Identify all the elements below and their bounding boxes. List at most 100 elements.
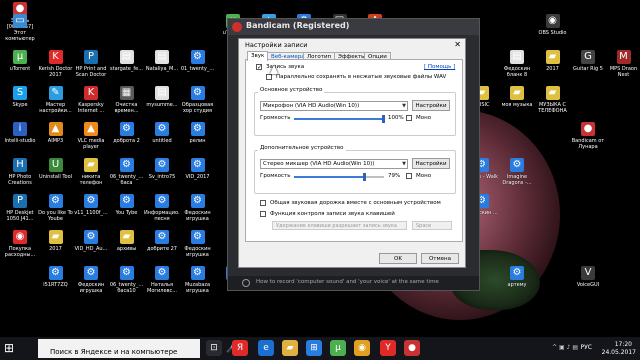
desktop-icon-label: VID_2017 [185,174,210,180]
desktop-icon[interactable]: ⚙ i51RT7ZQ [38,266,74,310]
desktop-icon[interactable]: ● Bandicam от Лунара [570,122,606,166]
primary-device-group [254,92,456,136]
desktop-icon[interactable]: ⚙ 06_twenty_... баса10 [109,266,145,310]
file-icon: ⚙ [84,194,98,208]
desktop-icon[interactable]: M MPS Draon Nest [606,50,640,94]
printer-icon: P [84,50,98,64]
file-icon: ⚙ [84,230,98,244]
secondary-mono-checkbox[interactable] [406,173,412,179]
file-icon: ⚙ [190,194,205,208]
desktop-icon[interactable]: ⚙ Muzabaza игрушка [180,266,216,310]
file-icon: ⚙ [190,266,205,280]
explorer-icon[interactable]: ▰ [282,340,298,356]
mouse-cursor [270,65,278,74]
desktop-icon-label: Guitar Rig 5 [573,66,603,72]
folder-icon: ▰ [545,86,560,100]
desktop-icon[interactable]: ⚙ артему [499,266,535,310]
uninstall-icon: U [48,158,63,172]
desktop-icon[interactable]: ◉ Покупка расходны... [2,230,38,274]
close-icon[interactable]: ✕ [454,40,461,49]
folder-icon: ▰ [119,230,134,244]
ok-button[interactable]: OK [379,253,417,264]
secondary-volume-value: 79% [388,173,401,179]
desktop-icon-label: VID_HD_Au... [74,246,108,252]
desktop-icon-label: 2017 [546,66,559,72]
desktop-icon-label: никита телефон [79,174,103,186]
store-icon[interactable]: ⊞ [306,340,322,356]
edge-icon[interactable]: e [258,340,274,356]
desktop-icon[interactable]: V VoiceGUI [570,266,606,310]
primary-volume-fill [294,118,384,120]
file-icon: ▤ [119,50,134,64]
primary-settings-button[interactable]: Настройки [412,100,450,111]
tray-icons[interactable]: ^ ▣ ♪ ▤ [552,344,578,351]
desktop-icon-label: HP Print and Scan Doctor [75,66,107,78]
cancel-button[interactable]: Отмена [421,253,459,264]
desktop-icon-label: Bandicam от Лунара [571,138,605,150]
clock-time[interactable]: 17:20 [615,341,632,348]
bandicam-footer-text[interactable]: How to record 'computer sound' and 'your… [256,279,439,285]
desktop-icon[interactable]: ▰ МУЗЫКА С ТЕЛЕФОНА [535,86,571,130]
clock-date[interactable]: 24.05.2017 [602,349,636,356]
language-indicator[interactable]: РУС [581,344,592,351]
desktop-icon-label: Imagine Dragons -... [502,174,532,186]
windows-start-icon[interactable]: ⊞ [4,341,18,355]
secondary-settings-button[interactable]: Настройки [412,158,450,169]
folder-icon: ▰ [510,86,524,100]
file-icon: ⚙ [48,266,63,280]
file-icon: ⚙ [190,158,205,172]
desktop-icon-label: VLC media player [77,138,105,150]
chevron-down-icon: ▼ [402,103,406,109]
yandex-browser-icon[interactable]: Y [380,340,396,356]
desktop-icon[interactable]: ⚙ Imagine Dragons -... [499,158,535,202]
tab-sound[interactable]: Звук [247,51,269,61]
file-icon: ⚙ [155,230,169,244]
utorrent-icon[interactable]: µ [330,340,346,356]
file-icon: ⚙ [119,158,134,172]
parallel-wav-label: Параллельно сохранять в несжатые звуковы… [276,74,447,80]
desktop-icon-label: i51RT7ZQ [43,282,68,288]
primary-mono-checkbox[interactable] [406,115,412,121]
antivirus-icon: K [84,86,98,100]
desktop-icon[interactable]: ⚙ Наталья Могилевс... [144,266,180,310]
parallel-wav-checkbox[interactable] [266,74,272,80]
yandex-icon[interactable]: Я [232,340,248,356]
desktop-icon-label: Do you like To Yoube [38,210,73,222]
taskbar-search-box[interactable]: Поиск в Яндексе и на компьютере 🎤 [38,339,236,358]
primary-volume-thumb[interactable] [382,115,385,123]
desktop-icon[interactable]: ⚙ Федоскин игрушка [73,266,109,310]
mix-track-checkbox[interactable] [260,200,266,206]
mix-track-label: Общая звуковая дорожка вместе с основным… [270,200,441,206]
desktop-icon-label: Информацио... песня [144,210,180,222]
desktop-icon-label: МУЗЫКА С ТЕЛЕФОНА [538,102,567,114]
desktop-icon-label: 01_twenty_... [180,66,215,72]
file-icon: ▤ [510,50,524,64]
desktop-icon[interactable]: G Guitar Rig 5 [570,50,606,94]
bandicam-footer[interactable]: How to record 'computer sound' and 'your… [228,276,479,290]
bandicam-icon[interactable]: ● [404,340,420,356]
desktop-icon-label: HP Deskjet 1050 J41... [6,210,34,222]
secondary-volume-slider[interactable] [294,173,384,181]
hotkey-control-checkbox[interactable] [260,211,266,217]
secondary-device-title: Дополнительное устройство [258,145,346,151]
desktop-icon-label: Очистка времен... [114,102,139,114]
secondary-device-select[interactable]: Стерео микшер (VIA HD Audio(Win 10)) ▼ [260,159,408,169]
folder-icon: ▰ [545,50,560,64]
shop-icon: ◉ [13,230,27,244]
help-link[interactable]: [ Помощь ] [424,64,455,70]
hotkey-hold-field[interactable]: Удержание клавиши разрешает запись звука [272,221,407,230]
task-view-icon[interactable]: ⊡ [206,340,222,356]
secondary-volume-label: Громкость [260,173,291,179]
primary-volume-slider[interactable] [294,115,385,123]
desktop-icon-label: артему [507,282,527,288]
hotkey-key-field[interactable]: Space [412,221,452,230]
folder-icon: ▰ [84,158,98,172]
chrome-icon[interactable]: ◉ [354,340,370,356]
primary-device-select[interactable]: Микрофон (VIA HD Audio(Win 10)) ▼ [260,101,408,111]
record-sound-checkbox[interactable]: ✓ [256,64,262,71]
secondary-volume-thumb[interactable] [363,173,367,181]
app-icon: i [13,122,27,136]
file-icon: ⚙ [155,194,169,208]
desktop-icon[interactable]: ▰ моя музыка [499,86,535,130]
primary-volume-value: 100% [388,115,404,121]
